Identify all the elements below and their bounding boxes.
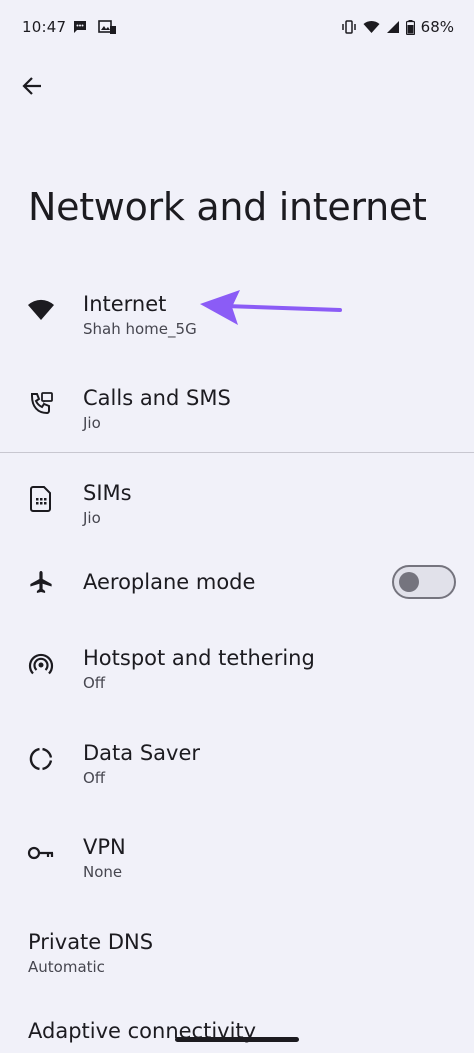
setting-title: Data Saver (83, 741, 200, 765)
photos-icon (98, 19, 116, 35)
setting-calls-sms-text: Calls and SMS Jio (83, 384, 231, 434)
setting-title: Internet (83, 292, 167, 316)
setting-subtitle: Automatic (28, 958, 105, 976)
setting-vpn[interactable]: VPN None (0, 813, 474, 893)
gesture-nav-handle[interactable] (175, 1037, 299, 1042)
status-left-icons (72, 19, 116, 35)
setting-subtitle: Off (83, 769, 106, 787)
section-divider (0, 452, 474, 453)
status-right-icons: 68% (341, 18, 454, 36)
signal-icon (386, 20, 400, 34)
setting-title: SIMs (83, 481, 132, 505)
vibrate-icon (341, 19, 357, 35)
vpn-key-icon (27, 839, 55, 867)
page-title: Network and internet (28, 185, 427, 229)
setting-vpn-text: VPN None (83, 833, 126, 883)
calls-sms-icon (27, 390, 55, 418)
setting-data-saver[interactable]: Data Saver Off (0, 719, 474, 799)
airplane-icon (27, 568, 55, 596)
setting-sims-text: SIMs Jio (83, 479, 132, 529)
setting-title: Aeroplane mode (83, 570, 256, 594)
back-button[interactable] (14, 70, 50, 106)
sim-card-icon (27, 485, 55, 513)
setting-aeroplane-text: Aeroplane mode (83, 568, 255, 596)
setting-title: Hotspot and tethering (83, 646, 315, 670)
setting-title: Private DNS (28, 930, 154, 954)
setting-sims[interactable]: SIMs Jio (0, 459, 474, 539)
status-bar: 10:47 68% (0, 0, 474, 56)
setting-internet[interactable]: Internet Shah home_5G (0, 270, 474, 350)
setting-title: VPN (83, 835, 126, 859)
setting-private-dns-text: Private DNS Automatic (28, 928, 153, 978)
setting-hotspot-text: Hotspot and tethering Off (83, 644, 315, 694)
chat-bubble-icon (72, 19, 88, 35)
aeroplane-mode-toggle[interactable] (392, 565, 456, 599)
setting-subtitle: Jio (83, 509, 101, 527)
setting-calls-sms[interactable]: Calls and SMS Jio (0, 364, 474, 444)
wifi-icon (27, 296, 55, 324)
arrow-back-icon (21, 75, 43, 101)
hotspot-icon (27, 650, 55, 678)
toggle-knob (399, 572, 419, 592)
setting-data-saver-text: Data Saver Off (83, 739, 200, 789)
battery-icon (405, 19, 415, 35)
setting-hotspot[interactable]: Hotspot and tethering Off (0, 624, 474, 704)
setting-subtitle: Off (83, 674, 106, 692)
status-time: 10:47 (22, 18, 67, 36)
battery-percent: 68% (420, 18, 454, 36)
setting-subtitle: Jio (83, 414, 101, 432)
setting-adaptive-connectivity[interactable]: Adaptive connectivity (0, 997, 474, 1053)
data-saver-icon (27, 745, 55, 773)
setting-private-dns[interactable]: Private DNS Automatic (0, 908, 474, 988)
setting-aeroplane-mode[interactable]: Aeroplane mode (0, 542, 474, 622)
setting-internet-text: Internet Shah home_5G (83, 290, 197, 340)
wifi-icon (363, 20, 380, 34)
setting-subtitle: Shah home_5G (83, 320, 197, 338)
setting-subtitle: None (83, 863, 123, 881)
setting-title: Calls and SMS (83, 386, 231, 410)
